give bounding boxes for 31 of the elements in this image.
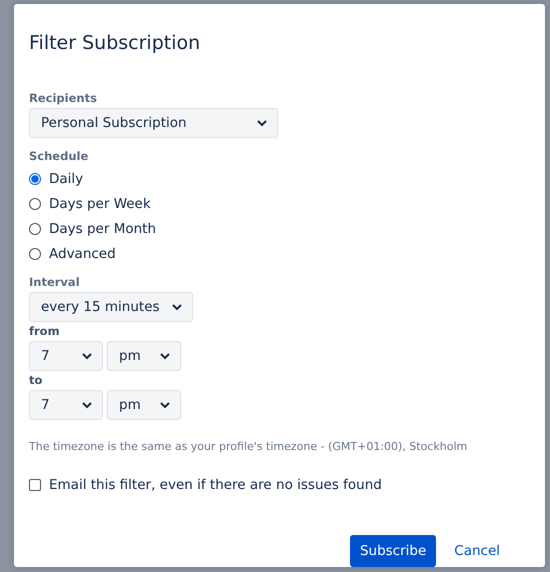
field-label: Recipients bbox=[29, 90, 98, 106]
chevron-down-icon bbox=[160, 402, 170, 408]
am-pm-select[interactable]: pm bbox=[107, 341, 181, 371]
chevron-down-icon bbox=[160, 352, 170, 360]
timezone-note: The timezone is the same as your profile's timezone - (GMT+01:00), Stockholm bbox=[29, 440, 468, 453]
radio-button[interactable] bbox=[29, 222, 41, 234]
field-label: from bbox=[29, 323, 61, 339]
schedule-option[interactable]: Days per Month bbox=[29, 216, 530, 241]
dialog-title: Filter Subscription bbox=[29, 32, 202, 54]
checkbox[interactable] bbox=[29, 479, 41, 491]
cancel-link[interactable]: Cancel bbox=[444, 535, 510, 567]
schedule-option[interactable]: Days per Week bbox=[29, 191, 530, 216]
hour-select[interactable]: 7 bbox=[29, 341, 103, 371]
chevron-down-icon bbox=[82, 402, 92, 408]
am-pm-select[interactable]: pm bbox=[107, 390, 181, 420]
radio-button[interactable] bbox=[29, 248, 41, 260]
recipients-select[interactable]: Personal Subscription bbox=[29, 108, 278, 138]
hour-select[interactable]: 7 bbox=[29, 390, 103, 420]
field-label: Interval bbox=[29, 274, 81, 290]
chevron-down-icon bbox=[257, 120, 267, 126]
chevron-down-icon bbox=[82, 352, 92, 360]
schedule-option[interactable]: Advanced bbox=[29, 241, 530, 266]
email-option[interactable]: Email this filter, even if there are no issues found bbox=[29, 475, 530, 495]
interval-select[interactable]: every 15 minutes bbox=[29, 292, 193, 322]
radio-button[interactable] bbox=[29, 172, 41, 184]
subscribe-button[interactable]: Subscribe bbox=[350, 535, 436, 567]
chevron-down-icon bbox=[172, 304, 182, 310]
radio-button[interactable] bbox=[29, 198, 41, 210]
field-label: Schedule bbox=[29, 148, 90, 164]
schedule-option[interactable]: Daily bbox=[29, 166, 530, 191]
field-label: to bbox=[29, 372, 44, 388]
